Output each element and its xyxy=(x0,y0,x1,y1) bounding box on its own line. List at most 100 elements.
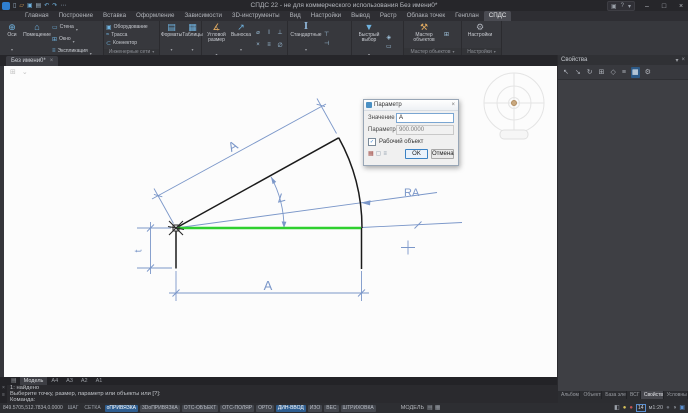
list-icon[interactable]: ≡ xyxy=(383,151,387,158)
drawing-svg[interactable]: A A t RA ∠ xyxy=(4,66,557,377)
standard-parts-button[interactable]: I Стандартные xyxy=(290,22,322,56)
tables-button[interactable]: ▦ Таблицы xyxy=(182,22,202,56)
ribbon-mini-icon[interactable]: ⊥ xyxy=(275,29,285,41)
ribbon-mini-icon[interactable]: × xyxy=(253,42,263,54)
ribbon-mini-icon[interactable]: ▭ xyxy=(386,43,392,50)
status-toggle-button[interactable]: СЕТКА xyxy=(82,405,102,412)
maximize-button[interactable]: □ xyxy=(659,3,669,10)
window-button[interactable]: ⊞ Окно xyxy=(52,35,92,43)
status-toggle-button[interactable]: оПРИВЯЗКА xyxy=(104,404,139,412)
status-toggle-button[interactable]: ОТС-ПОЛЯР xyxy=(220,404,255,412)
annotation-scale-badge[interactable]: 14 xyxy=(636,404,646,412)
axes-button[interactable]: ⊕ Оси xyxy=(2,22,22,56)
select-objects-icon[interactable]: ↘ xyxy=(574,67,582,78)
redo-icon[interactable]: ↷ xyxy=(52,2,57,10)
ribbon-tab[interactable]: Оформление xyxy=(131,11,179,21)
ribbon-tab[interactable]: СПДС xyxy=(483,11,512,21)
model-space-label[interactable]: МОДЕЛЬ xyxy=(401,405,424,411)
panel-header[interactable]: Свойства ▾ × xyxy=(558,55,688,65)
equipment-button[interactable]: ▣ Оборудование xyxy=(106,23,148,31)
object-wizard-button[interactable]: ⚒ Мастер объектов xyxy=(406,22,442,47)
pin-icon[interactable]: ▾ xyxy=(675,57,678,64)
panel-tab[interactable]: Условны... xyxy=(664,391,688,399)
status-toggle-button[interactable]: ДИН-ВВОД xyxy=(275,404,306,412)
panel-tab[interactable]: ВСГ xyxy=(627,391,641,399)
clean-screen-icon[interactable]: ◑ xyxy=(673,404,677,412)
ribbon-mini-icon[interactable]: Ⅰ xyxy=(264,29,274,41)
table-icon[interactable]: ▦ xyxy=(368,151,374,158)
panel-tab[interactable]: База эле... xyxy=(602,391,628,399)
working-object-checkbox[interactable]: ✓ xyxy=(368,138,376,146)
paper-space-icon[interactable]: ▤ xyxy=(427,404,433,412)
layout-tab[interactable]: A4 xyxy=(47,377,62,385)
print-icon[interactable]: ▤ xyxy=(36,2,42,10)
connector-button[interactable]: ⊂ Коннектор xyxy=(106,39,148,47)
value-input[interactable]: A xyxy=(396,113,454,123)
ribbon-tab[interactable]: Главная xyxy=(20,11,54,21)
ribbon-mini-icon[interactable]: ⊞ xyxy=(444,31,449,38)
panel-close-icon[interactable]: × xyxy=(681,57,685,63)
close-tab-icon[interactable]: × xyxy=(50,56,54,66)
layout-list-icon[interactable]: ▤ xyxy=(9,377,19,385)
field-icon[interactable]: ▢ xyxy=(376,151,382,158)
grid-view-icon[interactable]: ▦ xyxy=(630,66,640,78)
ribbon-tab[interactable]: Вывод xyxy=(346,11,375,21)
ribbon-tab[interactable]: Настройки xyxy=(306,11,346,21)
list-view-icon[interactable]: ≡ xyxy=(621,67,627,78)
ribbon-tab[interactable]: Облака точек xyxy=(402,11,451,21)
layout-tab[interactable]: A3 xyxy=(62,377,77,385)
document-tab[interactable]: Без имени0* × xyxy=(6,56,59,66)
panel-tab[interactable]: Альбомы xyxy=(558,391,581,399)
ok-button[interactable]: OK xyxy=(405,149,428,159)
workspace-icon[interactable]: ◧ xyxy=(614,404,620,412)
ribbon-mini-icon[interactable]: ⌀ xyxy=(253,29,263,41)
model-space-icon[interactable]: ▦ xyxy=(435,404,441,412)
help-icon[interactable]: ? xyxy=(621,3,624,9)
annotation-bulb-icon[interactable]: ● xyxy=(623,404,627,412)
explication-button[interactable]: ≡ Экспликация xyxy=(52,47,92,55)
dialog-title-bar[interactable]: Параметр × xyxy=(364,100,458,111)
ribbon-mini-icon[interactable]: ∅ xyxy=(275,42,285,54)
layout-tab[interactable]: A2 xyxy=(77,377,92,385)
settings-icon[interactable]: ⚙ xyxy=(644,67,652,78)
isolate-objects-icon[interactable]: ● xyxy=(666,404,670,412)
app-logo-icon[interactable] xyxy=(2,1,10,10)
ribbon-group-footer[interactable]: Мастер объектов xyxy=(404,48,461,55)
status-toggle-button[interactable]: 3DоПРИВЯЗКА xyxy=(140,404,180,412)
undo-icon[interactable]: ↶ xyxy=(44,2,49,10)
ribbon-mini-icon[interactable]: ⊣ xyxy=(324,40,329,47)
settings-button[interactable]: ⚙ Настройки xyxy=(464,22,496,47)
layout-tab[interactable]: Модель xyxy=(19,377,48,385)
cancel-button[interactable]: Отмена xyxy=(431,149,454,159)
ribbon-mini-icon[interactable]: ◈ xyxy=(386,34,392,41)
ribbon-tab[interactable]: Вставка xyxy=(98,11,131,21)
status-toggle-button[interactable]: ОРТО xyxy=(256,404,274,412)
panel-body[interactable] xyxy=(558,80,688,391)
interface-settings-icon[interactable]: ▣ xyxy=(679,404,685,412)
navigation-wheel[interactable] xyxy=(483,72,545,140)
room-button[interactable]: ⌂ Помещение xyxy=(23,22,51,56)
add-icon[interactable]: ⊞ xyxy=(598,67,606,78)
save-icon[interactable]: ▣ xyxy=(27,2,33,10)
ribbon-tab[interactable]: Зависимости xyxy=(179,11,227,21)
ribbon-group-footer[interactable]: Настройки xyxy=(462,48,501,55)
status-toggle-button[interactable]: ВЕС xyxy=(324,404,339,412)
formats-button[interactable]: ▤ Форматы xyxy=(161,22,182,56)
ribbon-tab[interactable]: 3D-инструменты xyxy=(227,11,285,21)
status-toggle-button[interactable]: ШТРИХОВКА xyxy=(340,404,376,412)
object-lines[interactable] xyxy=(175,137,363,269)
select-cursor-icon[interactable]: ↖ xyxy=(562,67,570,78)
open-folder-icon[interactable]: ▱ xyxy=(19,2,24,10)
minimize-button[interactable]: – xyxy=(642,3,652,10)
route-button[interactable]: ≈ Трасса xyxy=(106,31,148,39)
refresh-icon[interactable]: ↻ xyxy=(586,67,594,78)
command-line-history[interactable]: 1: найдено Выберите точку, размер, параме… xyxy=(7,385,557,404)
status-toggle-button[interactable]: ИЗО xyxy=(307,404,323,412)
ribbon-tab[interactable]: Генплан xyxy=(450,11,484,21)
ribbon-mini-icon[interactable]: ≡ xyxy=(264,42,274,54)
panel-tab[interactable]: Объекты xyxy=(580,391,603,399)
annotation-scale[interactable]: м1:20 xyxy=(649,405,664,411)
close-button[interactable]: × xyxy=(676,3,686,10)
ribbon-tab[interactable]: Растр xyxy=(375,11,402,21)
command-strip-icon[interactable]: ≡ xyxy=(2,393,5,398)
